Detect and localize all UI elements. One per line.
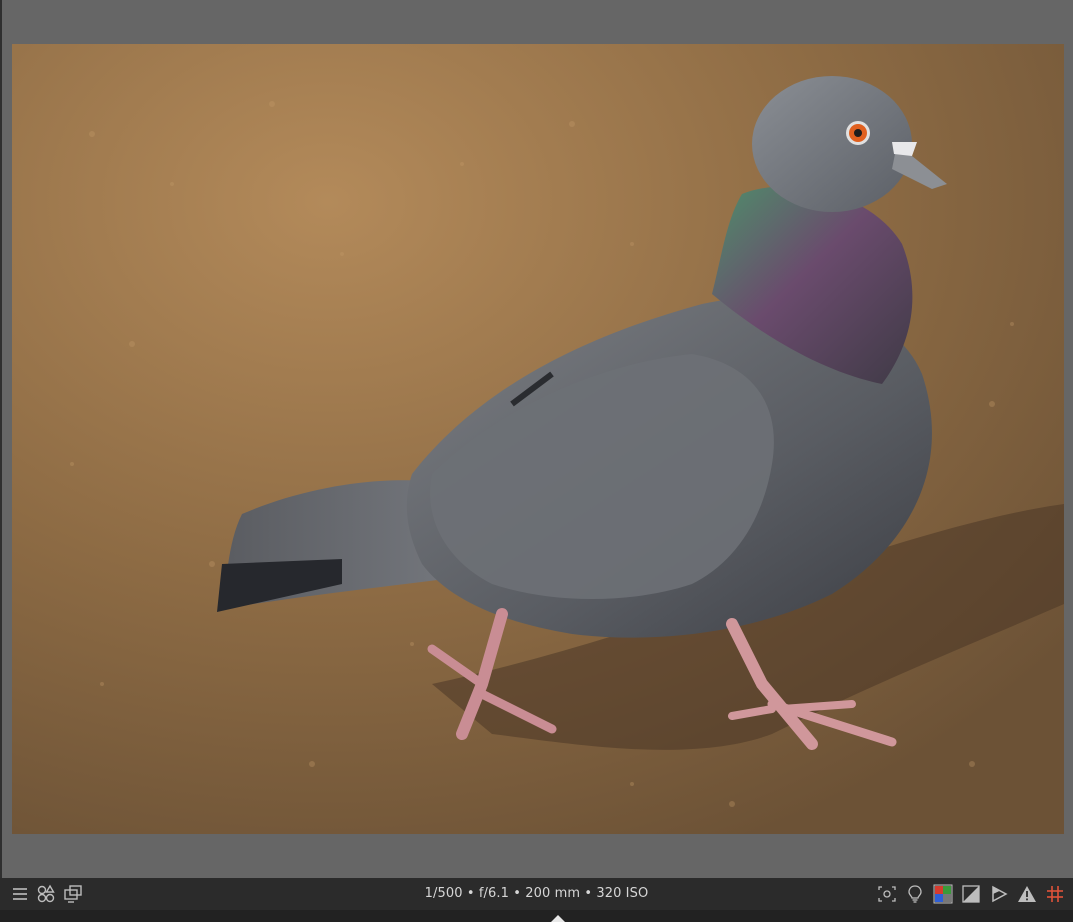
left-panel-edge <box>0 0 2 878</box>
collapse-arrow-icon[interactable] <box>548 910 568 922</box>
viewer-window: 1/500 • f/6.1 • 200 mm • 320 ISO <box>0 0 1073 922</box>
pigeon-photo <box>12 44 1064 834</box>
before-after-icon[interactable] <box>961 884 981 904</box>
bottom-toolbar: 1/500 • f/6.1 • 200 mm • 320 ISO <box>0 878 1073 910</box>
focus-mask-icon[interactable] <box>877 884 897 904</box>
color-swatch-icon[interactable] <box>933 884 953 904</box>
grid-icon[interactable] <box>1045 884 1065 904</box>
bottom-panel-edge <box>0 910 1073 922</box>
photo-canvas[interactable] <box>12 44 1064 834</box>
warning-icon[interactable] <box>1017 884 1037 904</box>
clipping-icon[interactable] <box>989 884 1009 904</box>
lightbulb-icon[interactable] <box>905 884 925 904</box>
